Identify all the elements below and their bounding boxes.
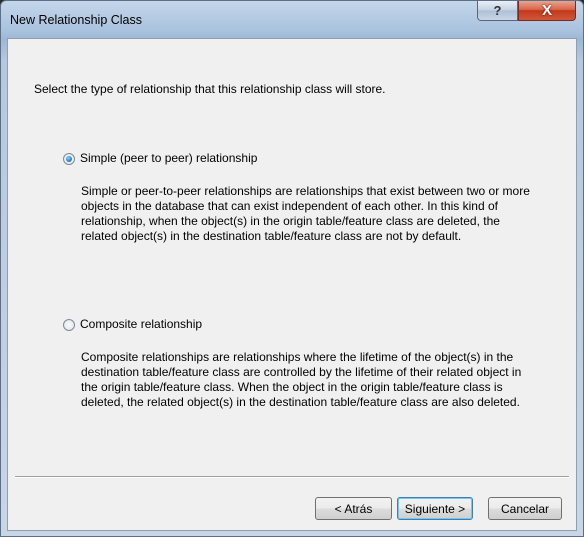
- cancel-button[interactable]: Cancelar: [488, 497, 562, 520]
- close-button[interactable]: X: [518, 1, 576, 21]
- radio-selected-icon[interactable]: [63, 153, 75, 165]
- separator: [15, 476, 569, 478]
- window-title: New Relationship Class: [10, 13, 143, 27]
- dialog-window: New Relationship Class ? X Select the ty…: [0, 0, 584, 537]
- back-button[interactable]: < Atrás: [315, 497, 392, 520]
- title-bar[interactable]: New Relationship Class ? X: [1, 1, 583, 39]
- dialog-content: [7, 38, 577, 531]
- option-simple-label[interactable]: Simple (peer to peer) relationship: [80, 151, 257, 165]
- prompt-text: Select the type of relationship that thi…: [34, 82, 386, 96]
- help-button[interactable]: ?: [477, 1, 518, 21]
- next-button[interactable]: Siguiente >: [397, 497, 473, 520]
- radio-dot: [66, 156, 72, 162]
- option-composite-label[interactable]: Composite relationship: [80, 317, 202, 331]
- radio-unselected-icon[interactable]: [63, 319, 75, 331]
- close-icon: X: [541, 2, 552, 19]
- help-icon: ?: [493, 3, 502, 18]
- option-simple-description: Simple or peer-to-peer relationships are…: [81, 184, 530, 243]
- option-composite-description: Composite relationships are relationship…: [81, 350, 522, 409]
